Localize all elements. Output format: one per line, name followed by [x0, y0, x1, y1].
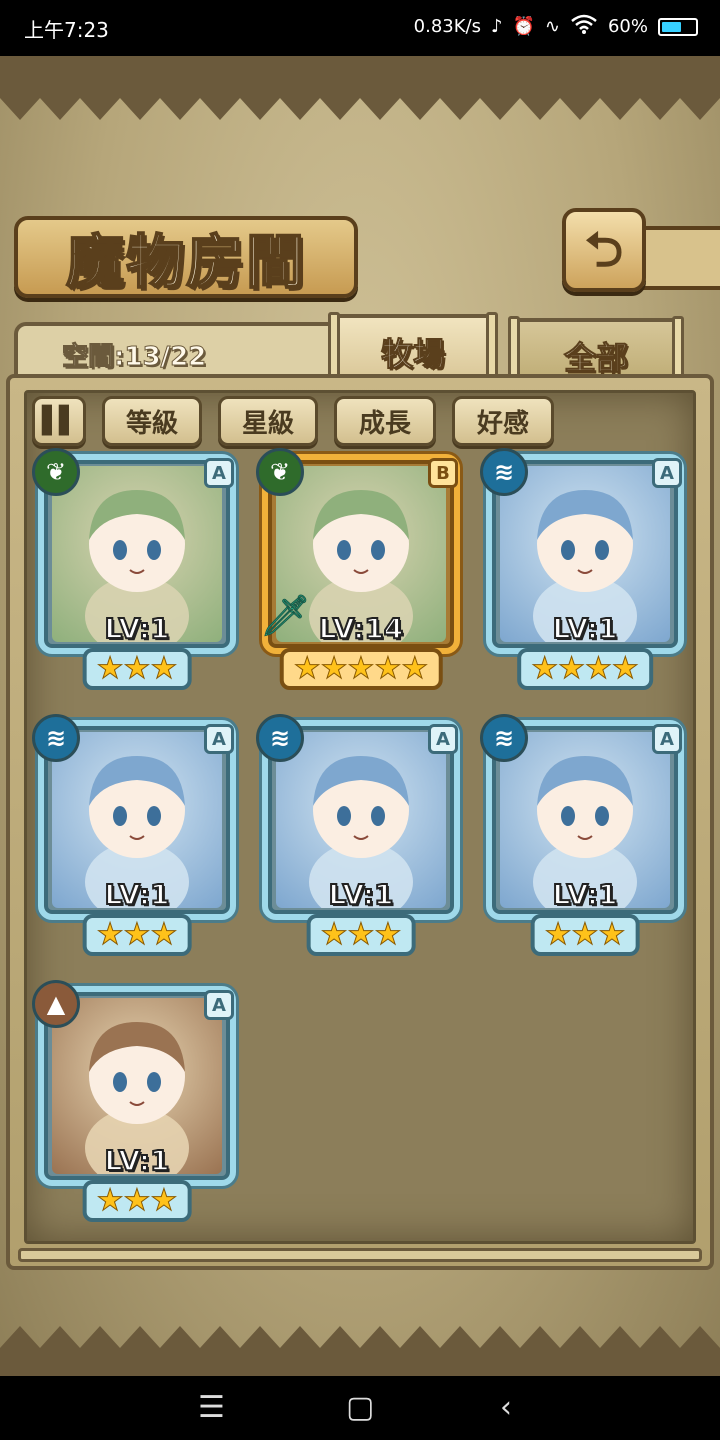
level-label: LV:14 [318, 611, 405, 646]
top-zigzag-border [0, 96, 720, 120]
star-icon: ★ [320, 917, 348, 952]
filter-label: 等級 [125, 408, 178, 439]
star-icon: ★ [374, 651, 402, 686]
bottom-zigzag-border [0, 1326, 720, 1350]
star-icon: ★ [611, 651, 639, 686]
sort-order-button[interactable]: ▌▌ [32, 396, 86, 446]
star-icon: ★ [531, 651, 559, 686]
star-icon: ★ [558, 651, 586, 686]
grass-element-icon: ❦ [256, 448, 304, 496]
star-icon: ★ [96, 1183, 124, 1218]
pause-sort-icon: ▌▌ [42, 406, 79, 436]
header-bar-decoration [640, 226, 720, 290]
page-title: 魔物房間 [65, 227, 306, 297]
monster-card[interactable]: A ≋ LV:1 ★ ★ ★ [480, 714, 688, 958]
star-icon: ★ [585, 651, 613, 686]
star-icon: ★ [320, 651, 348, 686]
filter-star-button[interactable]: 星級 [218, 396, 318, 446]
bottom-border [0, 1348, 720, 1376]
level-label: LV:1 [103, 877, 170, 912]
level-label: LV:1 [103, 611, 170, 646]
monster-card[interactable]: A ≋ LV:1 ★ ★ ★ [32, 714, 240, 958]
back-chevron-icon[interactable]: ‹ [500, 1390, 512, 1425]
star-icon: ★ [293, 651, 321, 686]
network-speed: 0.83K/s [413, 16, 481, 37]
star-icon: ★ [544, 917, 572, 952]
star-rating: ★ ★ ★ [82, 914, 192, 956]
star-rating: ★ ★ ★ [82, 648, 192, 690]
monster-card[interactable]: A ≋ LV:1 ★ ★ ★ [256, 714, 464, 958]
tab-ranch-label: 牧場 [380, 335, 445, 374]
rank-badge: A [652, 724, 682, 754]
heartbeat-icon: ∿ [544, 16, 560, 37]
space-tab: 空間:13/22 [14, 322, 344, 382]
tab-all-label: 全部 [563, 339, 628, 378]
star-rating: ★ ★ ★ [82, 1180, 192, 1222]
home-square-icon[interactable]: ▢ [346, 1390, 374, 1425]
star-rating: ★ ★ ★ [530, 914, 640, 956]
rank-badge: A [428, 724, 458, 754]
battery-icon [658, 17, 698, 36]
star-icon: ★ [598, 917, 626, 952]
filter-label: 成長 [358, 408, 411, 439]
star-icon: ★ [96, 917, 124, 952]
grass-element-icon: ❦ [32, 448, 80, 496]
filter-label: 星級 [241, 408, 294, 439]
top-border [0, 56, 720, 98]
star-rating: ★ ★ ★ [306, 914, 416, 956]
filter-affection-button[interactable]: 好感 [452, 396, 554, 446]
monster-card[interactable]: A ▲ LV:1 ★ ★ ★ [32, 980, 240, 1224]
star-icon: ★ [123, 917, 151, 952]
alarm-clock-icon: ⏰ [512, 16, 535, 37]
wifi-icon [570, 14, 598, 39]
panel-bottom-rail [18, 1248, 702, 1262]
star-icon: ★ [571, 917, 599, 952]
system-nav-bar: ☰ ▢ ‹ [0, 1376, 720, 1440]
star-icon: ★ [374, 917, 402, 952]
star-rating: ★ ★ ★ ★ [517, 648, 653, 690]
monster-card[interactable]: A ❦ LV:1 ★ ★ ★ [32, 448, 240, 692]
star-icon: ★ [150, 917, 178, 952]
music-note-icon: ♪ [490, 16, 503, 37]
star-icon: ★ [347, 651, 375, 686]
title-plaque: 魔物房間 [14, 216, 358, 298]
level-label: LV:1 [551, 611, 618, 646]
rank-badge: A [204, 458, 234, 488]
space-capacity-label: 空間:13/22 [61, 342, 207, 373]
rank-badge: B [428, 458, 458, 488]
level-label: LV:1 [551, 877, 618, 912]
water-element-icon: ≋ [256, 714, 304, 762]
filter-level-button[interactable]: 等級 [102, 396, 202, 446]
return-arrow-icon: ⮌ [584, 222, 624, 278]
earth-element-icon: ▲ [32, 980, 80, 1028]
star-icon: ★ [150, 1183, 178, 1218]
menu-icon[interactable]: ☰ [198, 1390, 225, 1425]
rank-badge: A [652, 458, 682, 488]
star-icon: ★ [123, 651, 151, 686]
status-icons: 0.83K/s ♪ ⏰ ∿ 60% [414, 14, 698, 39]
star-icon: ★ [96, 651, 124, 686]
rank-badge: A [204, 990, 234, 1020]
level-label: LV:1 [103, 1143, 170, 1178]
star-icon: ★ [150, 651, 178, 686]
water-element-icon: ≋ [32, 714, 80, 762]
star-rating: ★ ★ ★ ★ ★ [279, 648, 443, 690]
star-icon: ★ [401, 651, 429, 686]
star-icon: ★ [123, 1183, 151, 1218]
filter-label: 好感 [476, 408, 529, 439]
back-button[interactable]: ⮌ [562, 208, 646, 292]
rank-badge: A [204, 724, 234, 754]
water-element-icon: ≋ [480, 714, 528, 762]
game-screen: 魔物房間 ⮌ 空間:13/22 牧場 全部 ▌▌ 等級 星級 成長 好感 A ❦ L… [0, 56, 720, 1376]
battery-percent: 60% [607, 16, 648, 37]
level-label: LV:1 [327, 877, 394, 912]
status-bar: 上午7:23 0.83K/s ♪ ⏰ ∿ 60% [0, 0, 720, 56]
water-element-icon: ≋ [480, 448, 528, 496]
filter-growth-button[interactable]: 成長 [334, 396, 436, 446]
star-icon: ★ [347, 917, 375, 952]
monster-card[interactable]: B ❦ 🗡 LV:14 ★ ★ ★ ★ ★ [256, 448, 464, 692]
status-time: 上午7:23 [24, 18, 109, 42]
monster-card[interactable]: A ≋ LV:1 ★ ★ ★ ★ [480, 448, 688, 692]
